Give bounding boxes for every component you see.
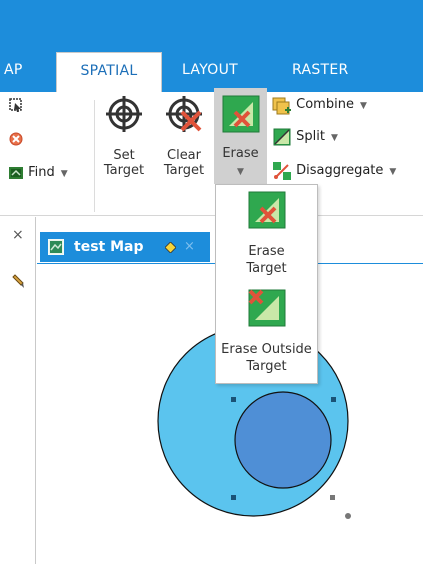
selection-handle[interactable] [231,397,236,402]
ribbon-tabs: AP SPATIAL LAYOUT RASTER [0,52,423,92]
erase-outside-target-label-2: Target [246,359,287,374]
contents-pane: × [0,217,36,564]
disaggregate-button[interactable]: Disaggregate ▼ [272,160,396,182]
clear-selection-icon [9,132,23,145]
find-label: Find [28,165,55,180]
erase-target-option[interactable]: Erase Target [216,191,317,285]
erase-target-label-1: Erase [248,244,285,259]
selection-handle[interactable] [231,495,236,500]
split-button[interactable]: Split ▼ [272,126,338,148]
selection-handle[interactable] [330,495,335,500]
set-target-button[interactable]: Set Target [100,94,148,178]
inner-circle-feature[interactable] [234,391,332,489]
clear-target-button[interactable]: Clear Target [160,94,208,178]
erase-outside-target-icon [248,289,285,327]
combine-icon [272,97,291,114]
unsaved-diamond-icon [165,242,176,253]
tab-map[interactable]: AP [4,52,32,92]
set-target-label-2: Target [103,163,145,178]
combine-button[interactable]: Combine ▼ [272,94,367,116]
clear-target-label-2: Target [163,163,205,178]
combine-label: Combine [296,97,354,112]
find-icon [9,166,23,179]
erase-outside-target-label-1: Erase Outside [221,342,312,357]
pane-close-icon[interactable]: × [12,227,24,243]
crosshair-target-icon [106,96,142,132]
ribbon-separator [94,100,95,212]
disaggregate-dropdown-caret: ▼ [389,167,397,177]
erase-target-icon [248,191,285,229]
select-tool-button[interactable] [8,94,24,116]
clear-selection-button[interactable] [8,128,24,150]
select-tool-icon [9,97,22,112]
erase-label: Erase [222,146,259,161]
set-target-label-1: Set [113,148,135,163]
disaggregate-label: Disaggregate [296,163,384,178]
tab-raster[interactable]: RASTER [292,52,372,92]
erase-dropdown-menu: Erase Target Erase Outside Target [215,184,318,384]
erase-target-label-2: Target [246,261,287,276]
find-button[interactable]: Find ▼ [8,162,68,184]
tab-layout[interactable]: LAYOUT [182,52,262,92]
erase-icon [222,95,259,133]
erase-outside-target-option[interactable]: Erase Outside Target [216,289,317,383]
clear-target-label-1: Clear [167,148,201,163]
split-icon [273,128,291,145]
map-icon [48,239,64,255]
erase-button[interactable]: Erase ▼ [214,88,267,184]
selection-handle[interactable] [331,397,336,402]
tab-spatial[interactable]: SPATIAL [56,52,162,92]
disaggregate-icon [273,161,291,180]
erase-dropdown-caret[interactable]: ▼ [214,165,267,180]
split-label: Split [296,129,325,144]
split-dropdown-caret: ▼ [330,133,338,143]
ribbon-panel: Find ▼ Set Target Clear Target Erase ▼ C… [0,88,423,216]
clear-target-icon [166,96,202,132]
map-tab-title: test Map [74,239,144,255]
map-view-tab[interactable]: test Map × [40,232,210,262]
pencil-icon[interactable] [12,273,26,289]
find-dropdown-caret: ▼ [60,169,68,179]
combine-dropdown-caret: ▼ [359,101,367,111]
map-tab-close-icon[interactable]: × [184,232,195,262]
rotation-handle[interactable] [345,513,351,519]
app-header: AP SPATIAL LAYOUT RASTER [0,0,423,92]
